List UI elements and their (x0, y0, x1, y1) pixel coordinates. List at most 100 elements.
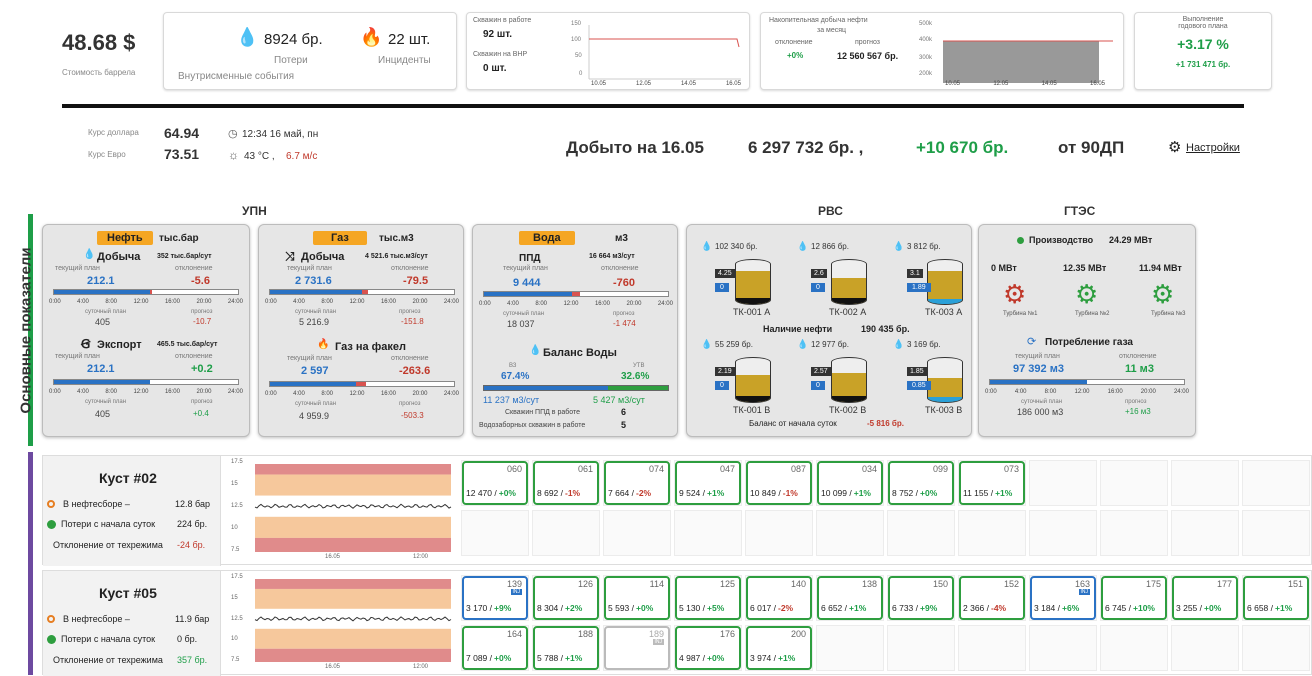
oil-prod-rate: 352 тыс.бар/сут (157, 253, 212, 260)
well-card[interactable]: 099 8 752 /+0% (888, 461, 954, 505)
empty-cell (887, 510, 955, 556)
well-value: 10 099 /+1% (821, 488, 871, 498)
annual-plan-card[interactable]: Выполнение годового плана +3.17 % +1 731… (1134, 12, 1272, 90)
gas-prod-day: 5 216.9 (299, 317, 330, 327)
empty-cell (1171, 460, 1239, 506)
well-card[interactable]: 060 12 470 /+0% (462, 461, 528, 505)
tank-name[interactable]: ТК-003 В (925, 405, 962, 415)
wells-working-label: Скважин в работе (473, 17, 532, 24)
well-card[interactable]: 150 6 733 /+9% (888, 576, 954, 620)
t: 4:00 (293, 391, 305, 397)
well-value: 8 304 /+2% (537, 603, 582, 613)
water-vz-label: ВЗ (509, 363, 517, 369)
well-card[interactable]: 034 10 099 /+1% (817, 461, 883, 505)
gear-icon[interactable]: ⚙ (1168, 138, 1181, 156)
time-scale: 0:00 4:00 8:00 12:00 16:00 20:00 24:00 (479, 301, 673, 307)
t: 12:00 (1074, 389, 1090, 395)
rvs-card[interactable]: 💧 102 340 бр. 4.25 0 ТК-001 А 💧 12 866 бр. 2.6 0… (686, 224, 972, 437)
cluster-info[interactable]: Куст #02 В нефтесборе – 12.8 бар Потери с н… (43, 456, 221, 566)
wells-card[interactable]: Скважин в работе 92 шт. Скважин на ВНР 0… (466, 12, 750, 90)
well-card[interactable]: 177 3 255 /+0% (1172, 576, 1238, 620)
t: 8:00 (321, 391, 333, 397)
gas-prod-title: Добыча (301, 251, 345, 263)
drop-icon: 💧 (797, 241, 809, 251)
well-card[interactable]: 061 8 692 /-1% (533, 461, 599, 505)
well-card[interactable]: 125 5 130 /+5% (675, 576, 741, 620)
well-card[interactable]: 164 7 089 /+0% (462, 626, 528, 670)
oil-card[interactable]: Нефть тыс.бар 💧 Добыча 352 тыс.бар/сут т… (42, 224, 250, 437)
gear-icon[interactable]: ⚙ (1075, 279, 1098, 310)
settings-link[interactable]: Настройки (1186, 142, 1240, 154)
tank-name[interactable]: ТК-001 В (733, 405, 770, 415)
t: 20:00 (1140, 389, 1156, 395)
water-card[interactable]: Вода м3 ППД 16 664 м3/сут текущий план о… (472, 224, 678, 437)
well-card[interactable]: 189 INJ (604, 626, 670, 670)
cluster-panel[interactable]: Куст #05 В нефтесборе – 11.9 бар Потери с н… (42, 570, 1312, 676)
limit-band (255, 588, 451, 609)
well-card[interactable]: 074 7 664 /-2% (604, 461, 670, 505)
well-card[interactable]: 151 6 658 /+1% (1243, 576, 1309, 620)
cluster-chart[interactable]: 17.5 15 12.5 10 7.5 16.05 12:00 (229, 459, 455, 562)
tank-level: 2.19 (715, 367, 735, 376)
oil-prod-plan: 212.1 (87, 275, 115, 287)
oil-prod-plan-label: текущий план (55, 265, 100, 272)
well-number: 139 (506, 579, 522, 589)
oil-accum-card[interactable]: Накопительная добыча нефти за месяц откл… (760, 12, 1124, 90)
well-card[interactable]: 114 5 593 /+0% (604, 576, 670, 620)
well-card[interactable]: 176 4 987 /+0% (675, 626, 741, 670)
tank-level: 3.1 (907, 269, 923, 278)
tank-icon (831, 357, 867, 403)
cluster-title: Куст #02 (99, 470, 157, 486)
well-card[interactable]: 188 5 788 /+1% (533, 626, 599, 670)
cluster-chart[interactable]: 17.5 15 12.5 10 7.5 16.05 12:00 (229, 574, 455, 672)
well-card[interactable]: 126 8 304 /+2% (533, 576, 599, 620)
well-card[interactable]: 163 INJ 3 184 /+6% (1030, 576, 1096, 620)
well-card[interactable]: 140 6 017 /-2% (746, 576, 812, 620)
well-card[interactable]: 200 3 974 /+1% (746, 626, 812, 670)
y-tick: 7.5 (231, 547, 240, 553)
cluster-pressure: 11.9 бар (175, 614, 210, 624)
water-tag: Вода (519, 231, 575, 245)
y-tick: 10 (231, 636, 238, 643)
events-card[interactable]: 💧 8924 бр. Потери 🔥 22 шт. Инциденты Вну… (163, 12, 457, 90)
tank-base (736, 395, 770, 402)
gtes-card[interactable]: Производство 24.29 МВт 0 МВт ⚙ Турбина №1 1… (978, 224, 1196, 437)
tank-amount: 3 169 бр. (907, 340, 941, 349)
well-card[interactable]: 087 10 849 /-1% (746, 461, 812, 505)
well-rate: 5 130 / (679, 603, 705, 613)
tank-name[interactable]: ТК-002 В (829, 405, 866, 415)
oil-exp-fc: +0.4 (193, 409, 209, 418)
cluster-info[interactable]: Куст #05 В нефтесборе – 11.9 бар Потери с н… (43, 571, 221, 676)
t: 0:00 (49, 389, 61, 395)
well-card[interactable]: 138 6 652 /+1% (817, 576, 883, 620)
x-tick: 16.05 (325, 554, 341, 560)
well-value: 5 130 /+5% (679, 603, 724, 613)
well-card[interactable]: 047 9 524 /+1% (675, 461, 741, 505)
well-card[interactable]: 073 11 155 /+1% (959, 461, 1025, 505)
cluster-panel[interactable]: Куст #02 В нефтесборе – 12.8 бар Потери с н… (42, 455, 1312, 566)
well-rate: 3 184 / (1034, 603, 1060, 613)
gas-flare-title: Газ на факел (335, 341, 407, 353)
well-card[interactable]: 175 6 745 /+10% (1101, 576, 1167, 620)
ppd-wells: 6 (621, 407, 627, 417)
x-tick: 16.05 (725, 81, 741, 87)
limit-band (255, 464, 451, 475)
events-label: Внутрисменные события (178, 71, 295, 82)
barrel-price-card: 48.68 $ Стоимость баррела (52, 10, 156, 90)
gear-icon[interactable]: ⚙ (1003, 279, 1026, 310)
gear-icon[interactable]: ⚙ (1151, 279, 1174, 310)
tank-name[interactable]: ТК-001 А (733, 307, 770, 317)
tank-name[interactable]: ТК-003 А (925, 307, 962, 317)
wells-y-tick: 0 (579, 71, 583, 77)
well-card[interactable]: 152 2 366 /-4% (959, 576, 1025, 620)
well-rate: 6 017 / (750, 603, 776, 613)
well-number: 114 (649, 579, 664, 589)
well-value: 3 255 /+0% (1176, 603, 1221, 613)
well-card[interactable]: 139 INJ 3 170 /+9% (462, 576, 528, 620)
tank-sub: 0.85 (907, 381, 931, 390)
tank-name[interactable]: ТК-002 А (829, 307, 866, 317)
well-delta: +10% (1133, 603, 1155, 613)
gas-card[interactable]: Газ тыс.м3 ⤨ Добыча 4 521.6 тыс.м3/сут т… (258, 224, 464, 437)
section-upn: УПН (242, 204, 267, 218)
y-tick: 10 (231, 525, 238, 531)
